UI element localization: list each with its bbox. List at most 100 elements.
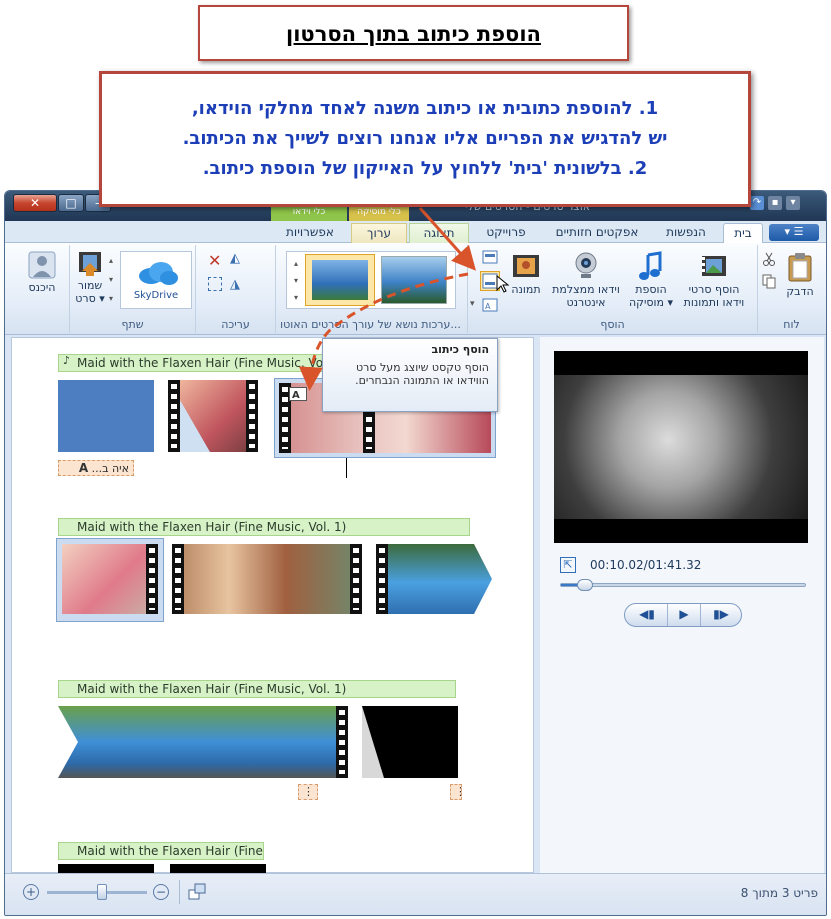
caption-tag-small[interactable]: ⋮: [298, 784, 318, 800]
timecode: 00:10.02/01:41.32: [590, 558, 702, 572]
video-clip[interactable]: [168, 380, 258, 452]
movie-maker-window: ✕ □ – כלי וידאו כלי מוסיקה אוצר סרטים - …: [4, 190, 827, 916]
play-button[interactable]: ▶: [667, 604, 701, 626]
ribbon-tabs: ? אפשרויות ערוך תצוגה פרוייקט אפקטים חזו…: [5, 221, 826, 269]
caption-tag-text: איה ב...: [91, 462, 129, 475]
tooltip-title: הוסף כיתוב: [431, 343, 489, 356]
themes-group: ▴ ▾ ▾ ערכות נושא של עורך הסרטים האוטו...: [275, 245, 465, 333]
fullscreen-icon[interactable]: ⇱: [560, 557, 576, 573]
tab-home[interactable]: בית: [723, 223, 763, 243]
webcam-label-2: אינטרנט: [566, 296, 606, 309]
quick-access-toolbar: ↷ ▪ ▾: [748, 194, 818, 214]
previous-frame-button[interactable]: ◀▮: [629, 604, 665, 626]
snapshot-label: תמונה: [511, 283, 541, 296]
transport-controls: ◀▮ ▶ ▮▶: [624, 603, 742, 627]
theme-thumb[interactable]: [381, 256, 447, 304]
clipboard-group-label: לוח: [783, 318, 800, 331]
add-group: הוסף סרטי וידאו ותמונות הוספת מוסיקה ▾ ו…: [467, 245, 757, 333]
tab-animations[interactable]: הנפשות: [653, 223, 719, 243]
zoom-slider[interactable]: [47, 884, 147, 900]
thumbnail-size-icon[interactable]: [187, 882, 207, 902]
video-clip[interactable]: [376, 544, 492, 614]
tab-project[interactable]: פרוייקט: [471, 223, 541, 243]
skydrive-button[interactable]: SkyDrive: [120, 251, 192, 309]
share-group-label: שתף: [121, 318, 144, 331]
music-note-icon: ♪: [63, 354, 71, 367]
mouse-cursor-icon: [496, 275, 510, 293]
item-count: פריט 3 מתוך 8: [740, 886, 818, 900]
playback-cursor[interactable]: [346, 458, 347, 478]
add-title-icon[interactable]: [482, 249, 498, 265]
seek-thumb[interactable]: [577, 579, 594, 591]
copy-icon[interactable]: [761, 273, 777, 289]
add-caption-tooltip: הוסף כיתוב הוסף טקסט שיוצג מעל סרט הוויד…: [322, 338, 498, 412]
signin-button[interactable]: היכנס: [21, 251, 63, 294]
webcam-video-button[interactable]: וידאו ממצלמת אינטרנט: [546, 251, 626, 309]
save-movie-icon: [79, 252, 101, 276]
user-icon: [28, 251, 56, 279]
tab-options[interactable]: אפשרויות: [273, 223, 347, 243]
zoom-thumb[interactable]: [97, 884, 107, 900]
preview-pane: ⇱ 00:10.02/01:41.32 ◀▮ ▶ ▮▶: [540, 337, 824, 873]
add-music-button[interactable]: הוספת מוסיקה ▾: [626, 251, 676, 309]
instruction-line-3: 2. בלשונית 'בית' ללחוץ על האייקון של הוס…: [202, 158, 648, 179]
skydrive-label: SkyDrive: [133, 290, 179, 301]
remove-icon[interactable]: ✕: [208, 251, 221, 270]
select-all-icon[interactable]: [208, 277, 222, 291]
music-track-bar[interactable]: Maid with the Flaxen Hair (Fine Music, V…: [58, 680, 456, 698]
dropdown-icon[interactable]: ▾: [786, 196, 800, 210]
share-group: SkyDrive ▴ ▾ ▾ שמור סרט ▾ שתף: [69, 245, 195, 333]
music-track-bar[interactable]: Maid with the Flaxen Hair (Fine Music, V…: [58, 518, 470, 536]
save-movie-label: שמור: [77, 279, 103, 292]
webcam-icon: [575, 252, 597, 278]
redo-icon[interactable]: ↷: [750, 196, 764, 210]
themes-group-label: ערכות נושא של עורך הסרטים האוטו...: [280, 318, 461, 331]
rotate-left-icon[interactable]: ◭: [230, 251, 240, 266]
close-window-button[interactable]: ✕: [13, 194, 57, 212]
svg-text:A: A: [292, 390, 300, 401]
video-clip[interactable]: [58, 706, 348, 778]
caption-tag[interactable]: איה ב... A: [58, 460, 134, 476]
save-movie-button[interactable]: שמור סרט ▾: [72, 249, 108, 305]
black-clip[interactable]: [362, 706, 458, 778]
app-menu-button[interactable]: ▾ ☰: [769, 224, 819, 241]
rotate-right-icon[interactable]: ◮: [230, 277, 240, 292]
theme-thumb-selected[interactable]: [305, 254, 375, 306]
clipboard-icon: [788, 253, 812, 282]
tab-view[interactable]: תצוגה: [409, 223, 469, 243]
caption-a-icon: A: [78, 461, 89, 475]
preview-frame: [554, 375, 808, 519]
signin-label: היכנס: [28, 281, 56, 294]
zoom-out-icon[interactable]: −: [153, 884, 169, 900]
add-music-label: הוספת: [635, 283, 667, 296]
snapshot-button[interactable]: תמונה: [504, 251, 548, 296]
caption-tag-small[interactable]: ⋮: [450, 784, 466, 800]
title-clip[interactable]: [58, 380, 154, 452]
video-preview[interactable]: [554, 351, 808, 543]
video-clip[interactable]: [56, 538, 164, 622]
save-icon[interactable]: ▪: [768, 196, 782, 210]
next-frame-button[interactable]: ▮▶: [703, 604, 739, 626]
scissors-icon[interactable]: [761, 251, 777, 267]
annotation-instructions-box: 1. להוספת כתובית או כיתוב משנה לאחד מחלק…: [99, 71, 751, 207]
tab-edit[interactable]: ערוך: [351, 223, 407, 243]
annotation-title: הוספת כיתוב בתוך הסרטון: [286, 22, 541, 46]
status-bar: + − פריט 3 מתוך 8: [5, 873, 826, 915]
zoom-in-icon[interactable]: +: [23, 884, 39, 900]
webcam-label: וידאו ממצלמת: [552, 283, 620, 296]
add-videos-icon: [702, 256, 726, 276]
seek-bar[interactable]: [560, 579, 806, 591]
add-credits-icon[interactable]: A: [482, 297, 498, 313]
editing-group: ✕ ◭ ◮ עריכה: [195, 245, 275, 333]
instruction-line-1: 1. להוספת כתובית או כיתוב משנה לאחד מחלק…: [191, 98, 659, 119]
add-videos-button[interactable]: הוסף סרטי וידאו ותמונות: [674, 251, 754, 309]
paste-button[interactable]: הדבק: [780, 251, 820, 298]
music-track-bar[interactable]: Maid with the Flaxen Hair (Fine Music, V…: [58, 354, 344, 372]
gallery-scroll[interactable]: ▴ ▾ ▾: [291, 255, 301, 307]
more-dropdown-icon[interactable]: ▾: [470, 299, 475, 309]
music-track-bar[interactable]: Maid with the Flaxen Hair (Fine...: [58, 842, 264, 860]
maximize-window-button[interactable]: □: [58, 194, 84, 212]
storyboard: Maid with the Flaxen Hair (Fine Music, V…: [11, 337, 534, 874]
tab-visual-effects[interactable]: אפקטים חזותיים: [545, 223, 649, 243]
video-clip[interactable]: [172, 544, 362, 614]
